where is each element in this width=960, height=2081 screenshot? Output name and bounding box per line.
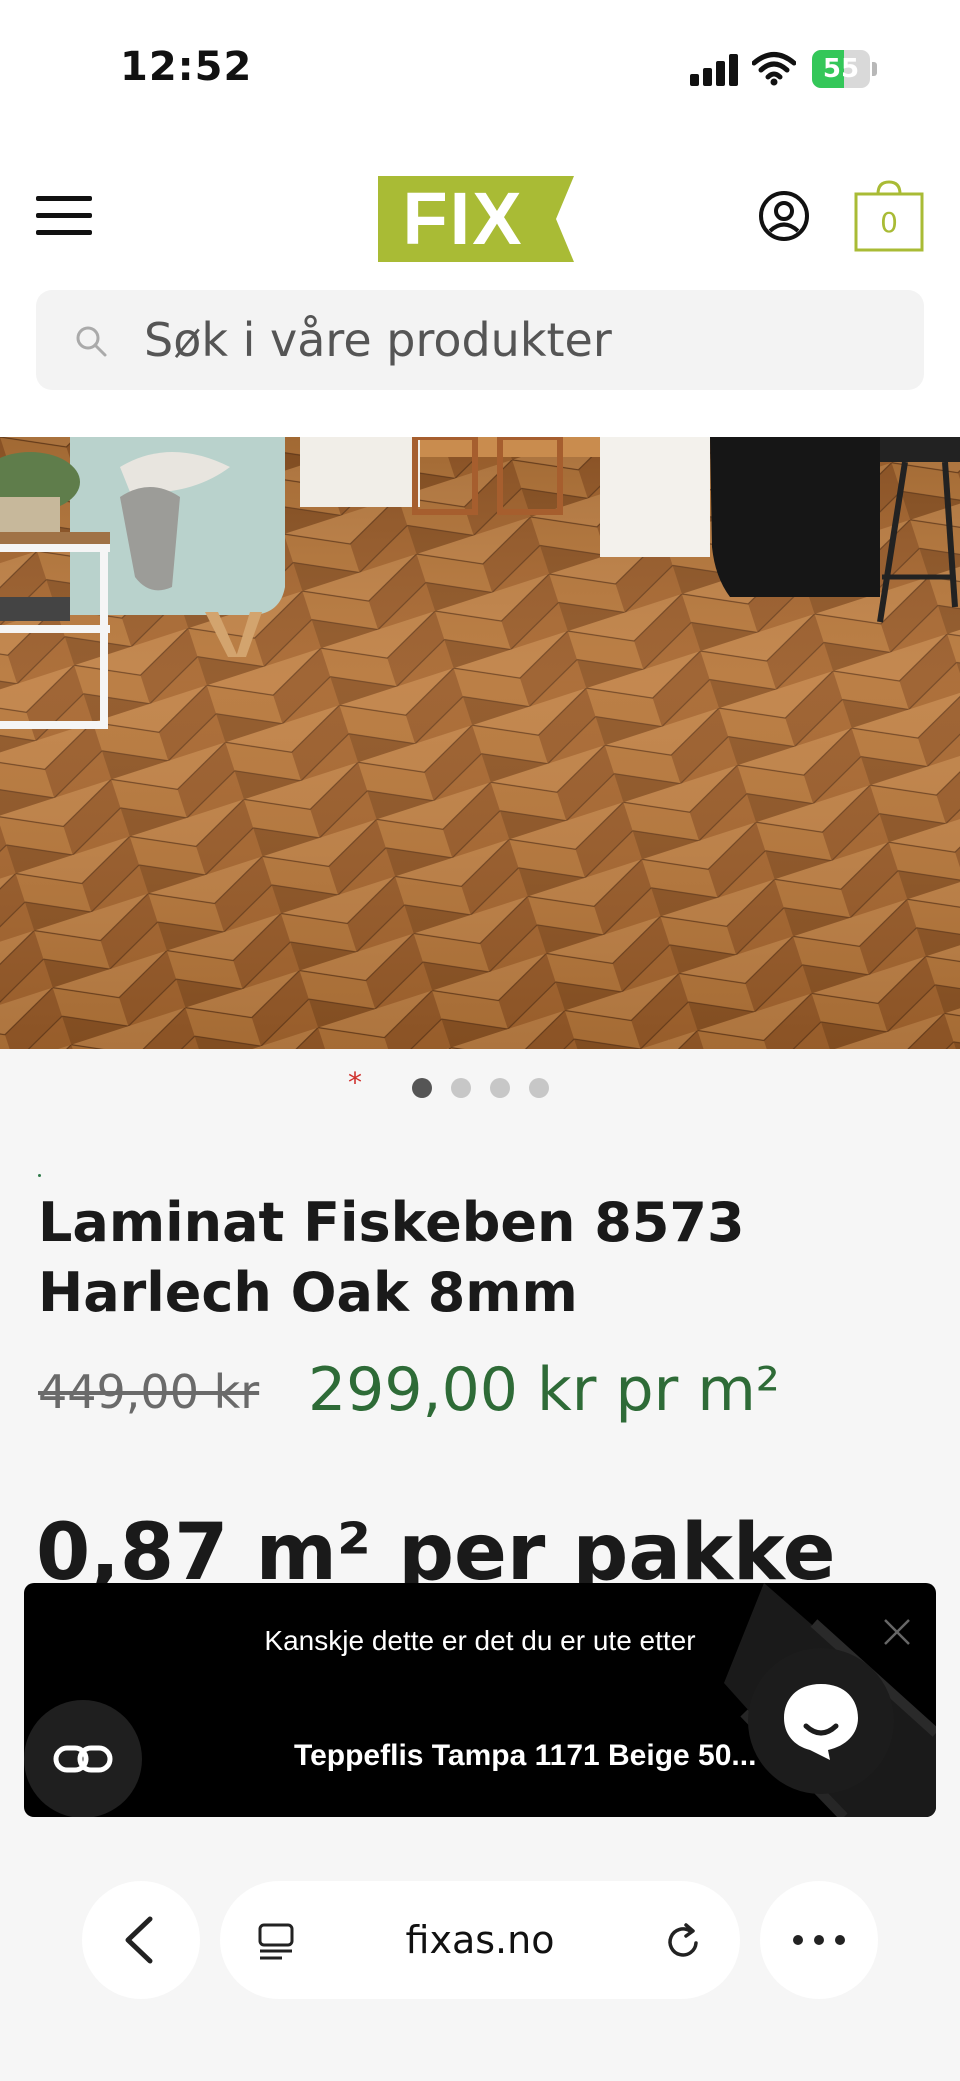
site-header: FIX 0 bbox=[0, 140, 960, 575]
product-title: Laminat Fiskeben 8573 Harlech Oak 8mm bbox=[38, 1188, 918, 1328]
signal-icon bbox=[690, 52, 738, 86]
chat-icon bbox=[784, 1684, 858, 1760]
product-photo bbox=[0, 437, 960, 1049]
menu-button[interactable] bbox=[36, 196, 92, 236]
wifi-icon bbox=[752, 52, 796, 86]
battery-icon: 55 bbox=[812, 50, 878, 88]
decor-dot bbox=[38, 1174, 41, 1177]
logo-text: FIX bbox=[402, 177, 524, 260]
link-button[interactable] bbox=[24, 1700, 142, 1818]
carousel-dot-3[interactable] bbox=[490, 1078, 510, 1098]
status-bar: 12:52 55 bbox=[0, 0, 960, 140]
account-icon[interactable] bbox=[758, 190, 810, 242]
address-text[interactable]: fixas.no bbox=[220, 1881, 740, 1999]
per-pack-label: 0,87 m² per pakke bbox=[36, 1508, 836, 1588]
popup-product-name[interactable]: Teppeflis Tampa 1171 Beige 50... bbox=[294, 1739, 756, 1773]
address-bar[interactable]: fixas.no bbox=[220, 1881, 740, 1999]
price-row: 449,00 kr 299,00 kr pr m² bbox=[38, 1355, 938, 1435]
carousel-dot-1[interactable] bbox=[412, 1078, 432, 1098]
carousel-dot-2[interactable] bbox=[451, 1078, 471, 1098]
required-asterisk: * bbox=[348, 1066, 362, 1099]
browser-toolbar: fixas.no bbox=[0, 1817, 960, 2081]
product-title-line-2: Harlech Oak 8mm bbox=[38, 1261, 578, 1324]
close-icon[interactable] bbox=[882, 1617, 912, 1647]
search-input[interactable]: Søk i våre produkter bbox=[36, 290, 924, 390]
carousel-dots bbox=[410, 1078, 560, 1100]
cart-button[interactable]: 0 bbox=[854, 180, 924, 252]
reload-icon[interactable] bbox=[664, 1921, 704, 1961]
status-time: 12:52 bbox=[120, 44, 253, 90]
link-icon bbox=[53, 1745, 113, 1773]
cart-count: 0 bbox=[880, 206, 898, 239]
old-price: 449,00 kr bbox=[38, 1365, 260, 1419]
sale-price: 299,00 kr pr m² bbox=[308, 1355, 780, 1425]
more-button[interactable] bbox=[760, 1881, 878, 1999]
fix-logo[interactable]: FIX bbox=[378, 176, 574, 262]
battery-level: 55 bbox=[822, 54, 860, 84]
back-icon bbox=[125, 1916, 153, 1964]
back-button[interactable] bbox=[82, 1881, 200, 1999]
search-placeholder: Søk i våre produkter bbox=[144, 313, 612, 367]
carousel-dot-4[interactable] bbox=[529, 1078, 549, 1098]
chat-button[interactable] bbox=[748, 1648, 894, 1794]
product-image[interactable] bbox=[0, 437, 960, 1049]
search-icon bbox=[76, 326, 107, 357]
more-icon bbox=[793, 1935, 845, 1945]
search-section: Søk i våre produkter bbox=[0, 290, 960, 437]
product-title-line-1: Laminat Fiskeben 8573 bbox=[38, 1191, 745, 1254]
